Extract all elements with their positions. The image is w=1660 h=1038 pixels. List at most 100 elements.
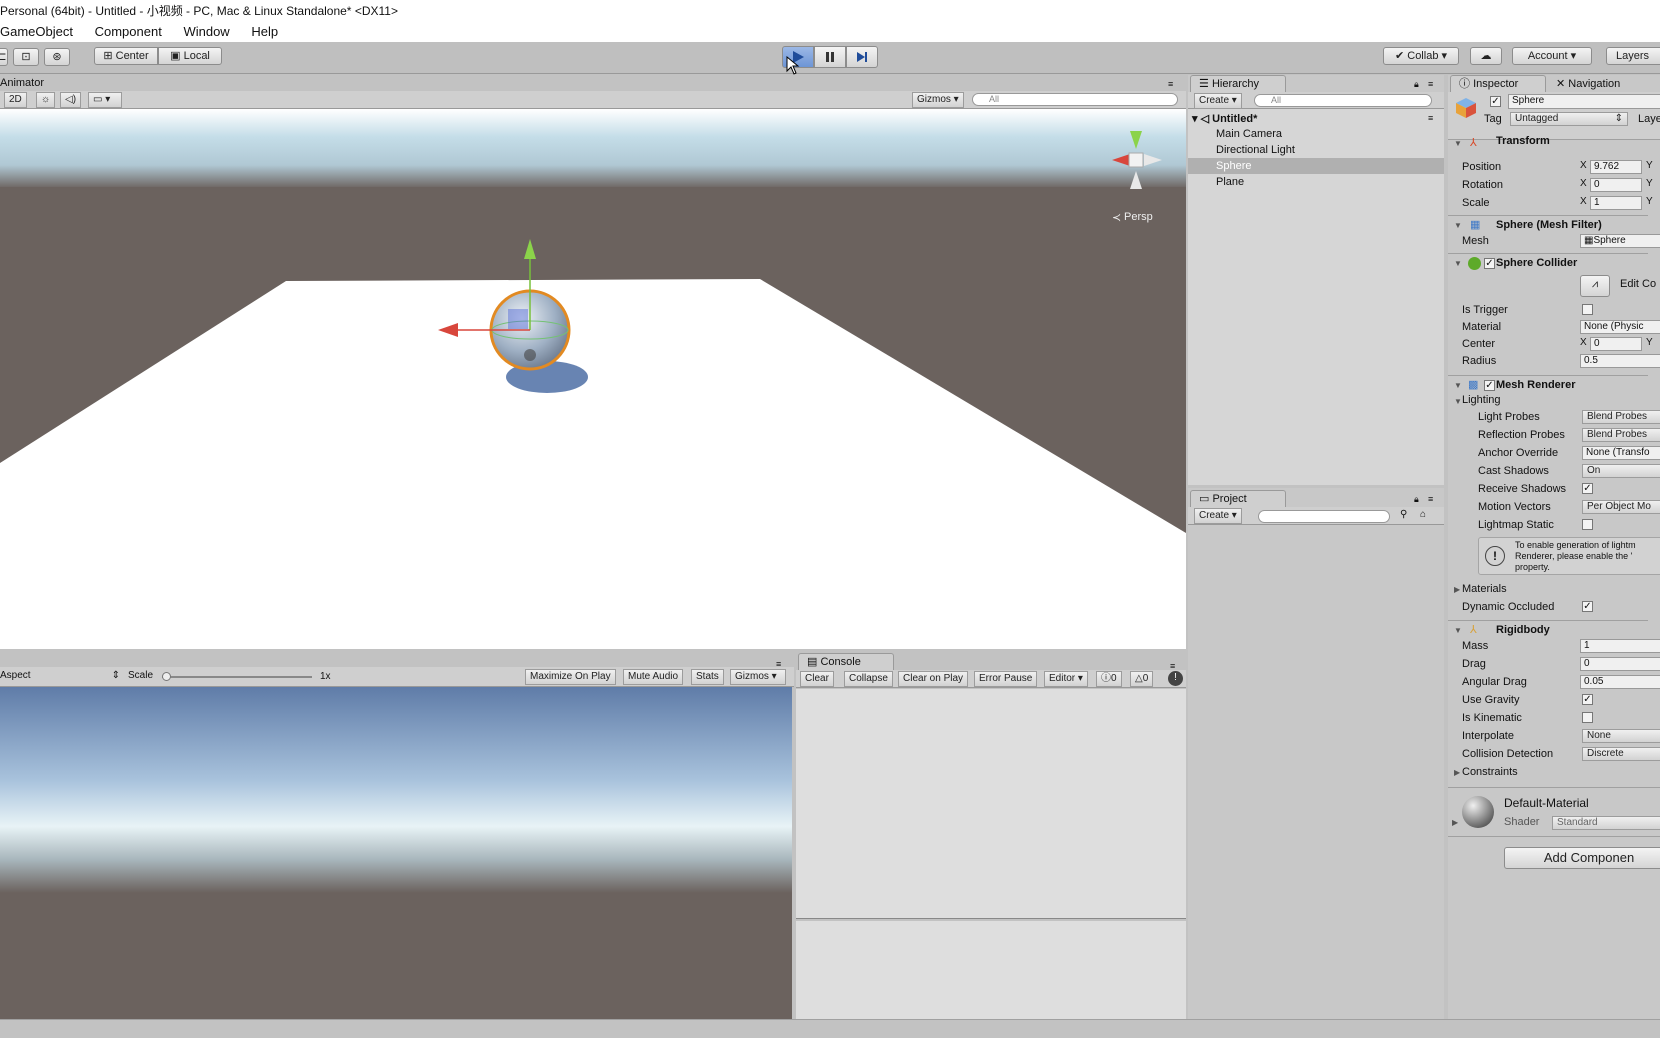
hierarchy-item[interactable]: Directional Light xyxy=(1216,143,1295,158)
expand-arrow-icon[interactable]: ▼ xyxy=(1454,626,1462,635)
tag-dropdown[interactable]: Untagged ⇕ xyxy=(1510,112,1628,126)
game-gizmos-dropdown[interactable]: Gizmos ▾ xyxy=(730,669,786,685)
scale-slider[interactable] xyxy=(162,676,312,678)
panel-menu-icon[interactable]: ≡ xyxy=(1168,79,1173,89)
scene-tab[interactable]: Animator xyxy=(0,75,1186,91)
scale-x-field[interactable]: 1 xyxy=(1590,196,1642,210)
error-pause-toggle[interactable]: Error Pause xyxy=(974,671,1038,687)
active-checkbox[interactable]: ✓ xyxy=(1490,96,1501,107)
console-log-area[interactable] xyxy=(796,689,1186,919)
hierarchy-search-input[interactable]: All xyxy=(1254,94,1432,107)
scene-root[interactable]: ▾ ◁ Untitled* xyxy=(1192,111,1257,127)
collapse-arrow-icon[interactable]: ▶ xyxy=(1452,818,1458,827)
game-viewport[interactable] xyxy=(0,687,792,1019)
console-tab[interactable]: ▤ Console xyxy=(798,653,894,670)
hierarchy-tab[interactable]: ☰ Hierarchy xyxy=(1190,75,1286,92)
panel-menu-icon[interactable]: ≡ xyxy=(776,659,781,669)
rect-tool-icon[interactable]: ⊏ xyxy=(0,48,8,66)
collision-detection-dropdown[interactable]: Discrete xyxy=(1582,747,1660,761)
center-x-field[interactable]: 0 xyxy=(1590,337,1642,351)
rigidbody-header[interactable]: Rigidbody xyxy=(1448,620,1648,640)
add-component-button[interactable]: Add Componen xyxy=(1504,847,1660,869)
pivot-center-button[interactable]: ⊞ Center xyxy=(94,47,158,65)
clear-on-play-toggle[interactable]: Clear on Play xyxy=(898,671,969,687)
filter-by-type-icon[interactable]: ⚲ xyxy=(1400,509,1407,520)
hierarchy-item[interactable]: Plane xyxy=(1216,175,1244,190)
collab-button[interactable]: ✔ Collab ▾ xyxy=(1383,47,1459,65)
is-trigger-checkbox[interactable] xyxy=(1582,304,1593,315)
interpolate-dropdown[interactable]: None xyxy=(1582,729,1660,743)
hierarchy-item[interactable]: Main Camera xyxy=(1216,127,1282,142)
filter-by-label-icon[interactable]: ⌂ xyxy=(1420,509,1426,520)
shader-dropdown[interactable]: Standard xyxy=(1552,816,1660,830)
panel-menu-icon[interactable]: ≡ xyxy=(1428,79,1433,89)
menu-window[interactable]: Window xyxy=(183,24,229,39)
expand-arrow-icon[interactable]: ▼ xyxy=(1454,397,1462,406)
navigation-tab[interactable]: ✕ Navigation xyxy=(1556,77,1620,90)
stats-toggle[interactable]: Stats xyxy=(691,669,724,685)
expand-arrow-icon[interactable]: ▼ xyxy=(1454,139,1462,148)
lock-icon[interactable]: 🔒︎ xyxy=(1414,79,1419,90)
warning-filter-toggle[interactable]: △0 xyxy=(1130,671,1154,687)
is-kinematic-checkbox[interactable] xyxy=(1582,712,1593,723)
reflection-probes-dropdown[interactable]: Blend Probes xyxy=(1582,428,1660,442)
panel-menu-icon[interactable]: ≡ xyxy=(1428,494,1433,504)
use-gravity-checkbox[interactable]: ✓ xyxy=(1582,694,1593,705)
console-editor-dropdown[interactable]: Editor ▾ xyxy=(1044,671,1088,687)
console-collapse-button[interactable]: Collapse xyxy=(844,671,893,687)
scene-gizmos-dropdown[interactable]: Gizmos ▾ xyxy=(912,92,964,108)
error-filter-icon[interactable]: ! xyxy=(1168,671,1183,686)
lock-icon[interactable]: 🔒︎ xyxy=(1414,494,1419,505)
project-tab[interactable]: ▭ Project xyxy=(1190,490,1286,507)
scene-search-input[interactable]: All xyxy=(972,93,1178,106)
2d-toggle[interactable]: 2D xyxy=(4,92,27,108)
aspect-dropdown[interactable]: Aspect ⇕ xyxy=(0,670,122,681)
dynamic-occluded-checkbox[interactable]: ✓ xyxy=(1582,601,1593,612)
lightmap-static-checkbox[interactable] xyxy=(1582,519,1593,530)
scene-viewport[interactable]: ≺ Persp xyxy=(0,109,1186,649)
expand-arrow-icon[interactable]: ▼ xyxy=(1454,381,1462,390)
lighting-foldout[interactable]: Lighting xyxy=(1462,392,1501,408)
sphere-collider-checkbox[interactable]: ✓ xyxy=(1484,258,1495,269)
expand-arrow-icon[interactable]: ▼ xyxy=(1454,221,1462,230)
audio-toggle-icon[interactable]: ◁) xyxy=(60,92,82,108)
console-detail-area[interactable] xyxy=(796,921,1186,1019)
drag-field[interactable]: 0 xyxy=(1580,657,1660,671)
edit-collider-button[interactable]: ⩘ xyxy=(1580,275,1610,297)
cloud-button[interactable]: ☁ xyxy=(1470,47,1502,65)
console-clear-button[interactable]: Clear xyxy=(800,671,834,687)
scale-slider-handle[interactable] xyxy=(162,672,171,681)
project-search-input[interactable] xyxy=(1258,510,1390,523)
menu-gameobject[interactable]: GameObject xyxy=(0,24,73,39)
position-x-field[interactable]: 9.762 xyxy=(1590,160,1642,174)
object-name-field[interactable]: Sphere xyxy=(1508,94,1660,109)
transform-tool-icon[interactable]: ⊛ xyxy=(44,48,70,66)
mesh-renderer-checkbox[interactable]: ✓ xyxy=(1484,380,1495,391)
motion-vectors-dropdown[interactable]: Per Object Mo xyxy=(1582,500,1660,514)
rotation-x-field[interactable]: 0 xyxy=(1590,178,1642,192)
cast-shadows-dropdown[interactable]: On xyxy=(1582,464,1660,478)
receive-shadows-checkbox[interactable]: ✓ xyxy=(1582,483,1593,494)
mass-field[interactable]: 1 xyxy=(1580,639,1660,653)
light-probes-dropdown[interactable]: Blend Probes xyxy=(1582,410,1660,424)
pivot-local-button[interactable]: ▣ Local xyxy=(158,47,222,65)
hierarchy-item-selected[interactable]: Sphere xyxy=(1216,159,1251,174)
pause-button[interactable] xyxy=(814,46,846,68)
lighting-toggle-icon[interactable]: ☼ xyxy=(36,92,56,108)
radius-field[interactable]: 0.5 xyxy=(1580,354,1660,368)
angular-drag-field[interactable]: 0.05 xyxy=(1580,675,1660,689)
persp-label[interactable]: Persp xyxy=(1124,211,1153,223)
mesh-field[interactable]: ▦Sphere xyxy=(1580,234,1660,248)
hierarchy-create-dropdown[interactable]: Create ▾ xyxy=(1194,93,1242,109)
scene-menu-icon[interactable]: ≡ xyxy=(1428,113,1433,123)
anchor-override-field[interactable]: None (Transfo xyxy=(1582,446,1660,460)
inspector-tab[interactable]: ⓘ Inspector xyxy=(1450,75,1546,92)
collapse-arrow-icon[interactable]: ▶ xyxy=(1454,768,1460,777)
rect-transform-tool-icon[interactable]: ⊡ xyxy=(13,48,39,66)
materials-foldout[interactable]: Materials xyxy=(1462,581,1507,597)
constraints-foldout[interactable]: Constraints xyxy=(1462,764,1518,780)
step-button[interactable] xyxy=(846,46,878,68)
info-filter-toggle[interactable]: ⓘ0 xyxy=(1096,671,1122,687)
project-create-dropdown[interactable]: Create ▾ xyxy=(1194,508,1242,524)
physic-material-field[interactable]: None (Physic xyxy=(1580,320,1660,334)
